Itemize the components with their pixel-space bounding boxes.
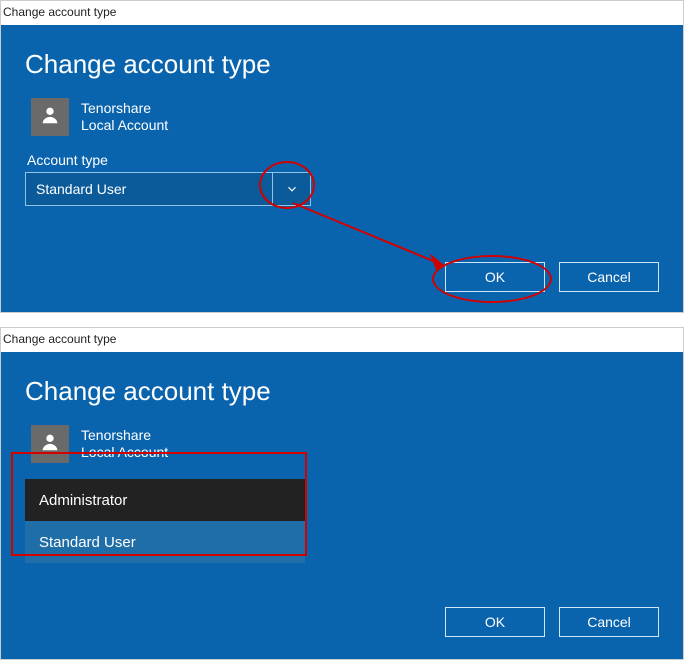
cancel-button[interactable]: Cancel — [559, 607, 659, 637]
user-meta: Tenorshare Local Account — [81, 100, 168, 135]
option-standard-user[interactable]: Standard User — [25, 521, 305, 563]
window-title: Change account type — [1, 328, 683, 352]
panel-bottom: Change account type Change account type … — [0, 327, 684, 660]
option-administrator[interactable]: Administrator — [25, 479, 305, 521]
person-icon — [39, 104, 61, 131]
person-icon — [39, 431, 61, 458]
user-name: Tenorshare — [81, 100, 168, 118]
user-row: Tenorshare Local Account — [31, 98, 659, 136]
chevron-down-icon[interactable] — [272, 173, 310, 205]
button-row: OK Cancel — [25, 607, 659, 637]
user-meta: Tenorshare Local Account — [81, 427, 168, 462]
panel-body: Change account type Tenorshare Local Acc… — [1, 352, 683, 659]
ok-button[interactable]: OK — [445, 262, 545, 292]
dropdown-selected: Standard User — [26, 173, 272, 205]
button-row: OK Cancel — [25, 262, 659, 292]
window-title: Change account type — [1, 1, 683, 25]
panel-top: Change account type Change account type … — [0, 0, 684, 313]
panel-body: Change account type Tenorshare Local Acc… — [1, 25, 683, 312]
avatar — [31, 425, 69, 463]
account-type-label: Account type — [27, 152, 659, 168]
user-kind: Local Account — [81, 444, 168, 462]
page-heading: Change account type — [25, 49, 659, 80]
account-type-dropdown-list: Administrator Standard User — [25, 479, 305, 563]
user-name: Tenorshare — [81, 427, 168, 445]
user-row: Tenorshare Local Account — [31, 425, 659, 463]
avatar — [31, 98, 69, 136]
cancel-button[interactable]: Cancel — [559, 262, 659, 292]
user-kind: Local Account — [81, 117, 168, 135]
page-heading: Change account type — [25, 376, 659, 407]
ok-button[interactable]: OK — [445, 607, 545, 637]
account-type-dropdown[interactable]: Standard User — [25, 172, 311, 206]
